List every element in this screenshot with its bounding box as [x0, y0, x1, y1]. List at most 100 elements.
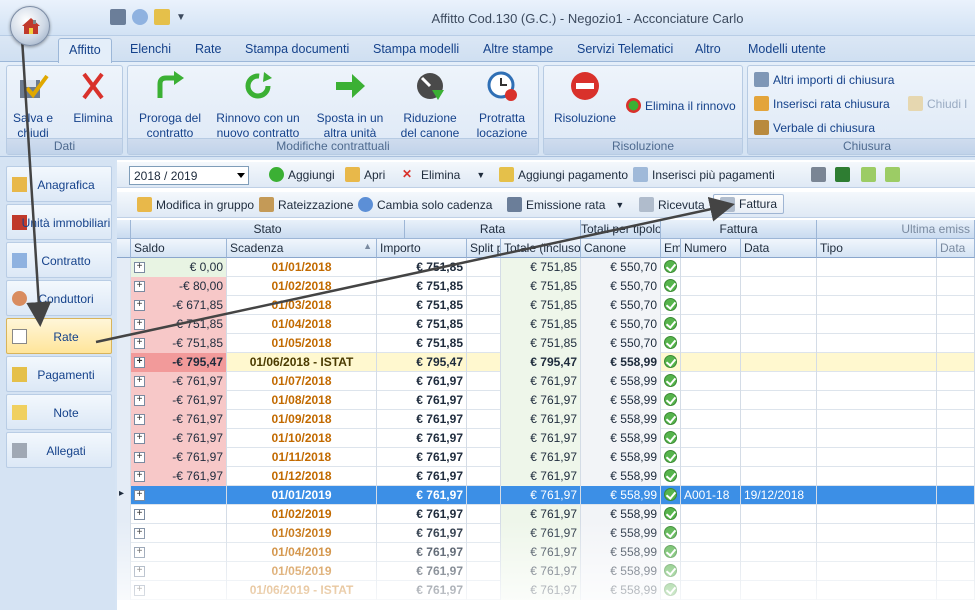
cell-importo[interactable]: € 751,85	[377, 334, 467, 353]
cell-scadenza[interactable]: 01/10/2018	[227, 429, 377, 448]
cell-totale[interactable]: € 761,97	[501, 391, 581, 410]
cell-numero[interactable]	[681, 315, 741, 334]
cell-data[interactable]	[741, 372, 817, 391]
cell-numero[interactable]	[681, 505, 741, 524]
table-row[interactable]: -€ 80,00 +01/02/2018 € 751,85 € 751,85 € 550…	[117, 277, 975, 296]
cell-scadenza[interactable]: 01/07/2018	[227, 372, 377, 391]
cell-canone[interactable]: € 558,99	[581, 524, 661, 543]
cell-saldo[interactable]: € 0,00 +	[131, 258, 227, 277]
cell-data2[interactable]	[937, 543, 975, 562]
expand-row-icon[interactable]: +	[134, 547, 145, 558]
nav-anagrafica[interactable]: Anagrafica	[6, 166, 112, 202]
cell-totale[interactable]: € 751,85	[501, 315, 581, 334]
application-menu-button[interactable]	[10, 6, 50, 46]
cell-numero[interactable]	[681, 562, 741, 581]
aggiungi-pagamento-button[interactable]: Aggiungi pagamento	[499, 167, 628, 182]
cell-saldo[interactable]: +	[131, 562, 227, 581]
table-row[interactable]: -€ 795,47 +01/06/2018 - ISTAT € 795,47 € 79…	[117, 353, 975, 372]
proroga-button[interactable]: Proroga del contratto	[132, 70, 208, 141]
cell-split[interactable]	[467, 258, 501, 277]
cell-data2[interactable]	[937, 410, 975, 429]
chiudi-button[interactable]: Chiudi l	[908, 96, 967, 111]
row-indicator[interactable]	[117, 315, 131, 334]
sposta-button[interactable]: Sposta in un altra unità	[310, 70, 390, 141]
cell-tipo[interactable]	[817, 448, 937, 467]
elimina-rinnovo-button[interactable]: Elimina il rinnovo	[626, 98, 736, 113]
row-indicator[interactable]	[117, 543, 131, 562]
tab-elenchi[interactable]: Elenchi	[130, 42, 171, 56]
cell-tipo[interactable]	[817, 334, 937, 353]
table-row[interactable]: -€ 761,97 +01/08/2018 € 761,97 € 761,97 € 55…	[117, 391, 975, 410]
col-scadenza[interactable]: Scadenza ▲	[227, 239, 377, 258]
cell-totale[interactable]: € 761,97	[501, 562, 581, 581]
cell-data2[interactable]	[937, 524, 975, 543]
expand-row-icon[interactable]: +	[134, 585, 145, 596]
table-row[interactable]: +01/03/2019 € 761,97 € 761,97 € 558,99	[117, 524, 975, 543]
cell-data[interactable]	[741, 315, 817, 334]
row-indicator[interactable]	[117, 467, 131, 486]
cell-em[interactable]	[661, 372, 681, 391]
cell-totale[interactable]: € 751,85	[501, 296, 581, 315]
cell-tipo[interactable]	[817, 277, 937, 296]
cell-canone[interactable]: € 558,99	[581, 372, 661, 391]
cell-tipo[interactable]	[817, 410, 937, 429]
expand-row-icon[interactable]: +	[134, 528, 145, 539]
cell-importo[interactable]: € 761,97	[377, 505, 467, 524]
cell-canone[interactable]: € 558,99	[581, 448, 661, 467]
table-row[interactable]: +01/06/2019 - ISTAT € 761,97 € 761,97 € 558…	[117, 581, 975, 600]
cell-scadenza[interactable]: 01/11/2018	[227, 448, 377, 467]
expand-row-icon[interactable]: +	[134, 452, 145, 463]
cell-em[interactable]	[661, 543, 681, 562]
cell-importo[interactable]: € 761,97	[377, 448, 467, 467]
cell-canone[interactable]: € 550,70	[581, 315, 661, 334]
cell-data[interactable]	[741, 562, 817, 581]
expand-row-icon[interactable]: +	[134, 471, 145, 482]
cell-totale[interactable]: € 761,97	[501, 524, 581, 543]
tab-stampa-documenti[interactable]: Stampa documenti	[245, 42, 349, 56]
cell-scadenza[interactable]: 01/04/2019	[227, 543, 377, 562]
cell-canone[interactable]: € 558,99	[581, 391, 661, 410]
cell-data2[interactable]	[937, 353, 975, 372]
cell-saldo[interactable]: +	[131, 505, 227, 524]
cell-data2[interactable]	[937, 391, 975, 410]
cell-totale[interactable]: € 751,85	[501, 258, 581, 277]
cell-scadenza[interactable]: 01/01/2019	[227, 486, 377, 505]
cell-data2[interactable]	[937, 467, 975, 486]
row-indicator[interactable]	[117, 277, 131, 296]
cell-totale[interactable]: € 751,85	[501, 277, 581, 296]
cell-importo[interactable]: € 761,97	[377, 581, 467, 600]
row-indicator[interactable]	[117, 505, 131, 524]
row-indicator[interactable]	[117, 296, 131, 315]
cell-scadenza[interactable]: 01/05/2018	[227, 334, 377, 353]
cell-split[interactable]	[467, 543, 501, 562]
cell-data2[interactable]	[937, 505, 975, 524]
cell-totale[interactable]: € 761,97	[501, 543, 581, 562]
nav-note[interactable]: Note	[6, 394, 112, 430]
table-row[interactable]: -€ 761,97 +01/09/2018 € 761,97 € 761,97 € 55…	[117, 410, 975, 429]
cell-totale[interactable]: € 795,47	[501, 353, 581, 372]
cell-saldo[interactable]: -€ 751,85 +	[131, 334, 227, 353]
cell-canone[interactable]: € 558,99	[581, 581, 661, 600]
cell-em[interactable]	[661, 315, 681, 334]
cell-em[interactable]	[661, 562, 681, 581]
year-select[interactable]: 2018 / 2019	[129, 166, 249, 185]
cell-data[interactable]	[741, 505, 817, 524]
table-row[interactable]: -€ 761,97 +01/07/2018 € 761,97 € 761,97 € 55…	[117, 372, 975, 391]
table-row[interactable]: +01/02/2019 € 761,97 € 761,97 € 558,99	[117, 505, 975, 524]
inserisci-piu-pagamenti-button[interactable]: Inserisci più pagamenti	[633, 167, 775, 182]
cell-split[interactable]	[467, 524, 501, 543]
cell-saldo[interactable]: -€ 80,00 +	[131, 277, 227, 296]
cell-em[interactable]	[661, 334, 681, 353]
cell-em[interactable]	[661, 391, 681, 410]
cell-tipo[interactable]	[817, 315, 937, 334]
cell-em[interactable]	[661, 296, 681, 315]
cell-numero[interactable]	[681, 524, 741, 543]
expand-row-icon[interactable]: +	[134, 509, 145, 520]
cell-importo[interactable]: € 761,97	[377, 524, 467, 543]
cell-data[interactable]	[741, 410, 817, 429]
table-row[interactable]: +01/05/2019 € 761,97 € 761,97 € 558,99	[117, 562, 975, 581]
cell-split[interactable]	[467, 334, 501, 353]
tab-modelli-utente[interactable]: Modelli utente	[748, 42, 826, 56]
cell-data[interactable]	[741, 543, 817, 562]
cell-scadenza[interactable]: 01/03/2019	[227, 524, 377, 543]
